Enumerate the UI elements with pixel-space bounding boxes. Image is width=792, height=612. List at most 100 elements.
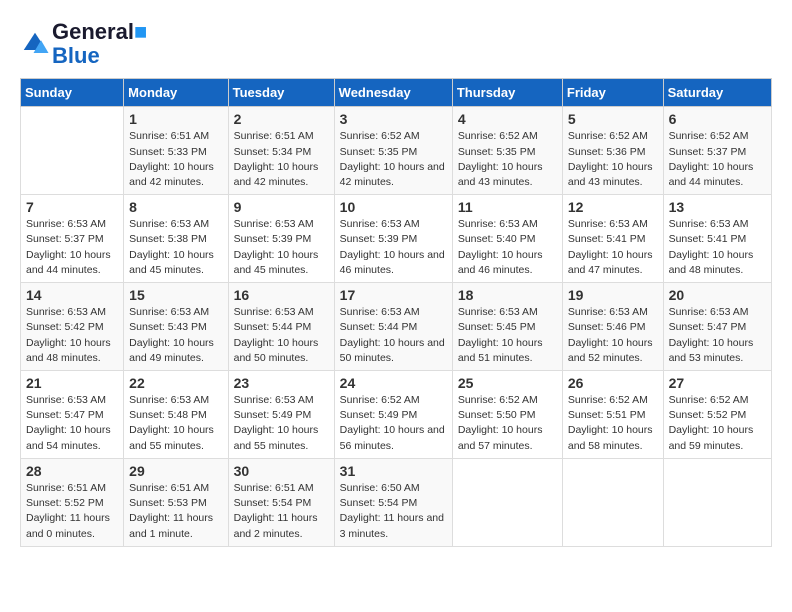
calendar-cell: 11 Sunrise: 6:53 AMSunset: 5:40 PMDayligh… bbox=[452, 195, 562, 283]
day-header-sunday: Sunday bbox=[21, 79, 124, 107]
calendar-cell: 12Sunrise: 6:53 AMSunset: 5:41 PMDayligh… bbox=[562, 195, 663, 283]
calendar-cell: 8 Sunrise: 6:53 AMSunset: 5:38 PMDaylight… bbox=[124, 195, 228, 283]
calendar-cell: 31 Sunrise: 6:50 AMSunset: 5:54 PMDayligh… bbox=[334, 458, 452, 546]
day-detail: Sunrise: 6:53 AMSunset: 5:47 PMDaylight:… bbox=[669, 305, 766, 366]
day-number: 2 bbox=[234, 111, 329, 127]
day-number: 27 bbox=[669, 375, 766, 391]
calendar-cell: 27 Sunrise: 6:52 AMSunset: 5:52 PMDayligh… bbox=[663, 371, 771, 459]
page-header: General■ Blue bbox=[20, 20, 772, 68]
day-number: 26 bbox=[568, 375, 658, 391]
day-number: 16 bbox=[234, 287, 329, 303]
calendar-cell: 18 Sunrise: 6:53 AMSunset: 5:45 PMDayligh… bbox=[452, 283, 562, 371]
calendar-cell: 28Sunrise: 6:51 AMSunset: 5:52 PMDayligh… bbox=[21, 458, 124, 546]
calendar-cell: 25 Sunrise: 6:52 AMSunset: 5:50 PMDayligh… bbox=[452, 371, 562, 459]
day-number: 23 bbox=[234, 375, 329, 391]
calendar-table: SundayMondayTuesdayWednesdayThursdayFrid… bbox=[20, 78, 772, 546]
day-detail: Sunrise: 6:51 AMSunset: 5:52 PMDaylight:… bbox=[26, 481, 118, 542]
calendar-cell: 23 Sunrise: 6:53 AMSunset: 5:49 PMDayligh… bbox=[228, 371, 334, 459]
calendar-week-4: 21 Sunrise: 6:53 AMSunset: 5:47 PMDayligh… bbox=[21, 371, 772, 459]
day-number: 21 bbox=[26, 375, 118, 391]
day-number: 20 bbox=[669, 287, 766, 303]
day-detail: Sunrise: 6:50 AMSunset: 5:54 PMDaylight:… bbox=[340, 481, 447, 542]
calendar-cell: 15 Sunrise: 6:53 AMSunset: 5:43 PMDayligh… bbox=[124, 283, 228, 371]
calendar-cell: 10Sunrise: 6:53 AMSunset: 5:39 PMDayligh… bbox=[334, 195, 452, 283]
day-detail: Sunrise: 6:52 AMSunset: 5:50 PMDaylight:… bbox=[458, 393, 557, 454]
calendar-cell: 20 Sunrise: 6:53 AMSunset: 5:47 PMDayligh… bbox=[663, 283, 771, 371]
day-detail: Sunrise: 6:53 AMSunset: 5:43 PMDaylight:… bbox=[129, 305, 222, 366]
day-detail: Sunrise: 6:51 AMSunset: 5:53 PMDaylight:… bbox=[129, 481, 222, 542]
day-number: 1 bbox=[129, 111, 222, 127]
day-detail: Sunrise: 6:53 AMSunset: 5:44 PMDaylight:… bbox=[340, 305, 447, 366]
day-detail: Sunrise: 6:53 AMSunset: 5:47 PMDaylight:… bbox=[26, 393, 118, 454]
day-detail: Sunrise: 6:52 AMSunset: 5:37 PMDaylight:… bbox=[669, 129, 766, 190]
calendar-cell: 19Sunrise: 6:53 AMSunset: 5:46 PMDayligh… bbox=[562, 283, 663, 371]
calendar-cell: 4 Sunrise: 6:52 AMSunset: 5:35 PMDaylight… bbox=[452, 107, 562, 195]
day-header-monday: Monday bbox=[124, 79, 228, 107]
day-header-thursday: Thursday bbox=[452, 79, 562, 107]
day-detail: Sunrise: 6:53 AMSunset: 5:49 PMDaylight:… bbox=[234, 393, 329, 454]
day-detail: Sunrise: 6:53 AMSunset: 5:44 PMDaylight:… bbox=[234, 305, 329, 366]
day-detail: Sunrise: 6:51 AMSunset: 5:34 PMDaylight:… bbox=[234, 129, 329, 190]
day-detail: Sunrise: 6:53 AMSunset: 5:40 PMDaylight:… bbox=[458, 217, 557, 278]
calendar-cell: 9 Sunrise: 6:53 AMSunset: 5:39 PMDaylight… bbox=[228, 195, 334, 283]
day-number: 22 bbox=[129, 375, 222, 391]
day-detail: Sunrise: 6:52 AMSunset: 5:35 PMDaylight:… bbox=[340, 129, 447, 190]
calendar-body: 1 Sunrise: 6:51 AMSunset: 5:33 PMDaylight… bbox=[21, 107, 772, 546]
day-detail: Sunrise: 6:53 AMSunset: 5:37 PMDaylight:… bbox=[26, 217, 118, 278]
calendar-cell: 3 Sunrise: 6:52 AMSunset: 5:35 PMDaylight… bbox=[334, 107, 452, 195]
day-number: 25 bbox=[458, 375, 557, 391]
day-detail: Sunrise: 6:51 AMSunset: 5:33 PMDaylight:… bbox=[129, 129, 222, 190]
day-number: 14 bbox=[26, 287, 118, 303]
day-number: 30 bbox=[234, 463, 329, 479]
calendar-cell bbox=[21, 107, 124, 195]
calendar-cell: 14 Sunrise: 6:53 AMSunset: 5:42 PMDayligh… bbox=[21, 283, 124, 371]
calendar-cell: 24 Sunrise: 6:52 AMSunset: 5:49 PMDayligh… bbox=[334, 371, 452, 459]
day-detail: Sunrise: 6:53 AMSunset: 5:45 PMDaylight:… bbox=[458, 305, 557, 366]
calendar-cell: 16 Sunrise: 6:53 AMSunset: 5:44 PMDayligh… bbox=[228, 283, 334, 371]
day-number: 3 bbox=[340, 111, 447, 127]
day-header-tuesday: Tuesday bbox=[228, 79, 334, 107]
day-detail: Sunrise: 6:53 AMSunset: 5:42 PMDaylight:… bbox=[26, 305, 118, 366]
day-detail: Sunrise: 6:53 AMSunset: 5:48 PMDaylight:… bbox=[129, 393, 222, 454]
day-number: 8 bbox=[129, 199, 222, 215]
day-detail: Sunrise: 6:53 AMSunset: 5:38 PMDaylight:… bbox=[129, 217, 222, 278]
day-number: 18 bbox=[458, 287, 557, 303]
day-header-saturday: Saturday bbox=[663, 79, 771, 107]
calendar-cell bbox=[663, 458, 771, 546]
day-number: 5 bbox=[568, 111, 658, 127]
calendar-header-row: SundayMondayTuesdayWednesdayThursdayFrid… bbox=[21, 79, 772, 107]
calendar-cell: 26 Sunrise: 6:52 AMSunset: 5:51 PMDayligh… bbox=[562, 371, 663, 459]
day-header-friday: Friday bbox=[562, 79, 663, 107]
day-detail: Sunrise: 6:52 AMSunset: 5:49 PMDaylight:… bbox=[340, 393, 447, 454]
calendar-cell bbox=[452, 458, 562, 546]
calendar-cell: 30Sunrise: 6:51 AMSunset: 5:54 PMDayligh… bbox=[228, 458, 334, 546]
day-number: 17 bbox=[340, 287, 447, 303]
calendar-cell: 13Sunrise: 6:53 AMSunset: 5:41 PMDayligh… bbox=[663, 195, 771, 283]
day-detail: Sunrise: 6:52 AMSunset: 5:36 PMDaylight:… bbox=[568, 129, 658, 190]
day-number: 24 bbox=[340, 375, 447, 391]
calendar-week-2: 7Sunrise: 6:53 AMSunset: 5:37 PMDaylight… bbox=[21, 195, 772, 283]
day-number: 6 bbox=[669, 111, 766, 127]
day-header-wednesday: Wednesday bbox=[334, 79, 452, 107]
day-number: 9 bbox=[234, 199, 329, 215]
calendar-cell: 6 Sunrise: 6:52 AMSunset: 5:37 PMDaylight… bbox=[663, 107, 771, 195]
calendar-cell: 21 Sunrise: 6:53 AMSunset: 5:47 PMDayligh… bbox=[21, 371, 124, 459]
day-number: 4 bbox=[458, 111, 557, 127]
calendar-week-5: 28Sunrise: 6:51 AMSunset: 5:52 PMDayligh… bbox=[21, 458, 772, 546]
calendar-week-1: 1 Sunrise: 6:51 AMSunset: 5:33 PMDaylight… bbox=[21, 107, 772, 195]
day-number: 31 bbox=[340, 463, 447, 479]
calendar-week-3: 14 Sunrise: 6:53 AMSunset: 5:42 PMDayligh… bbox=[21, 283, 772, 371]
day-detail: Sunrise: 6:52 AMSunset: 5:35 PMDaylight:… bbox=[458, 129, 557, 190]
day-detail: Sunrise: 6:53 AMSunset: 5:39 PMDaylight:… bbox=[234, 217, 329, 278]
calendar-cell bbox=[562, 458, 663, 546]
day-number: 11 bbox=[458, 199, 557, 215]
day-number: 12 bbox=[568, 199, 658, 215]
day-detail: Sunrise: 6:52 AMSunset: 5:51 PMDaylight:… bbox=[568, 393, 658, 454]
calendar-cell: 2 Sunrise: 6:51 AMSunset: 5:34 PMDaylight… bbox=[228, 107, 334, 195]
day-detail: Sunrise: 6:52 AMSunset: 5:52 PMDaylight:… bbox=[669, 393, 766, 454]
day-number: 13 bbox=[669, 199, 766, 215]
calendar-cell: 29Sunrise: 6:51 AMSunset: 5:53 PMDayligh… bbox=[124, 458, 228, 546]
day-detail: Sunrise: 6:53 AMSunset: 5:46 PMDaylight:… bbox=[568, 305, 658, 366]
day-number: 15 bbox=[129, 287, 222, 303]
logo: General■ Blue bbox=[20, 20, 147, 68]
